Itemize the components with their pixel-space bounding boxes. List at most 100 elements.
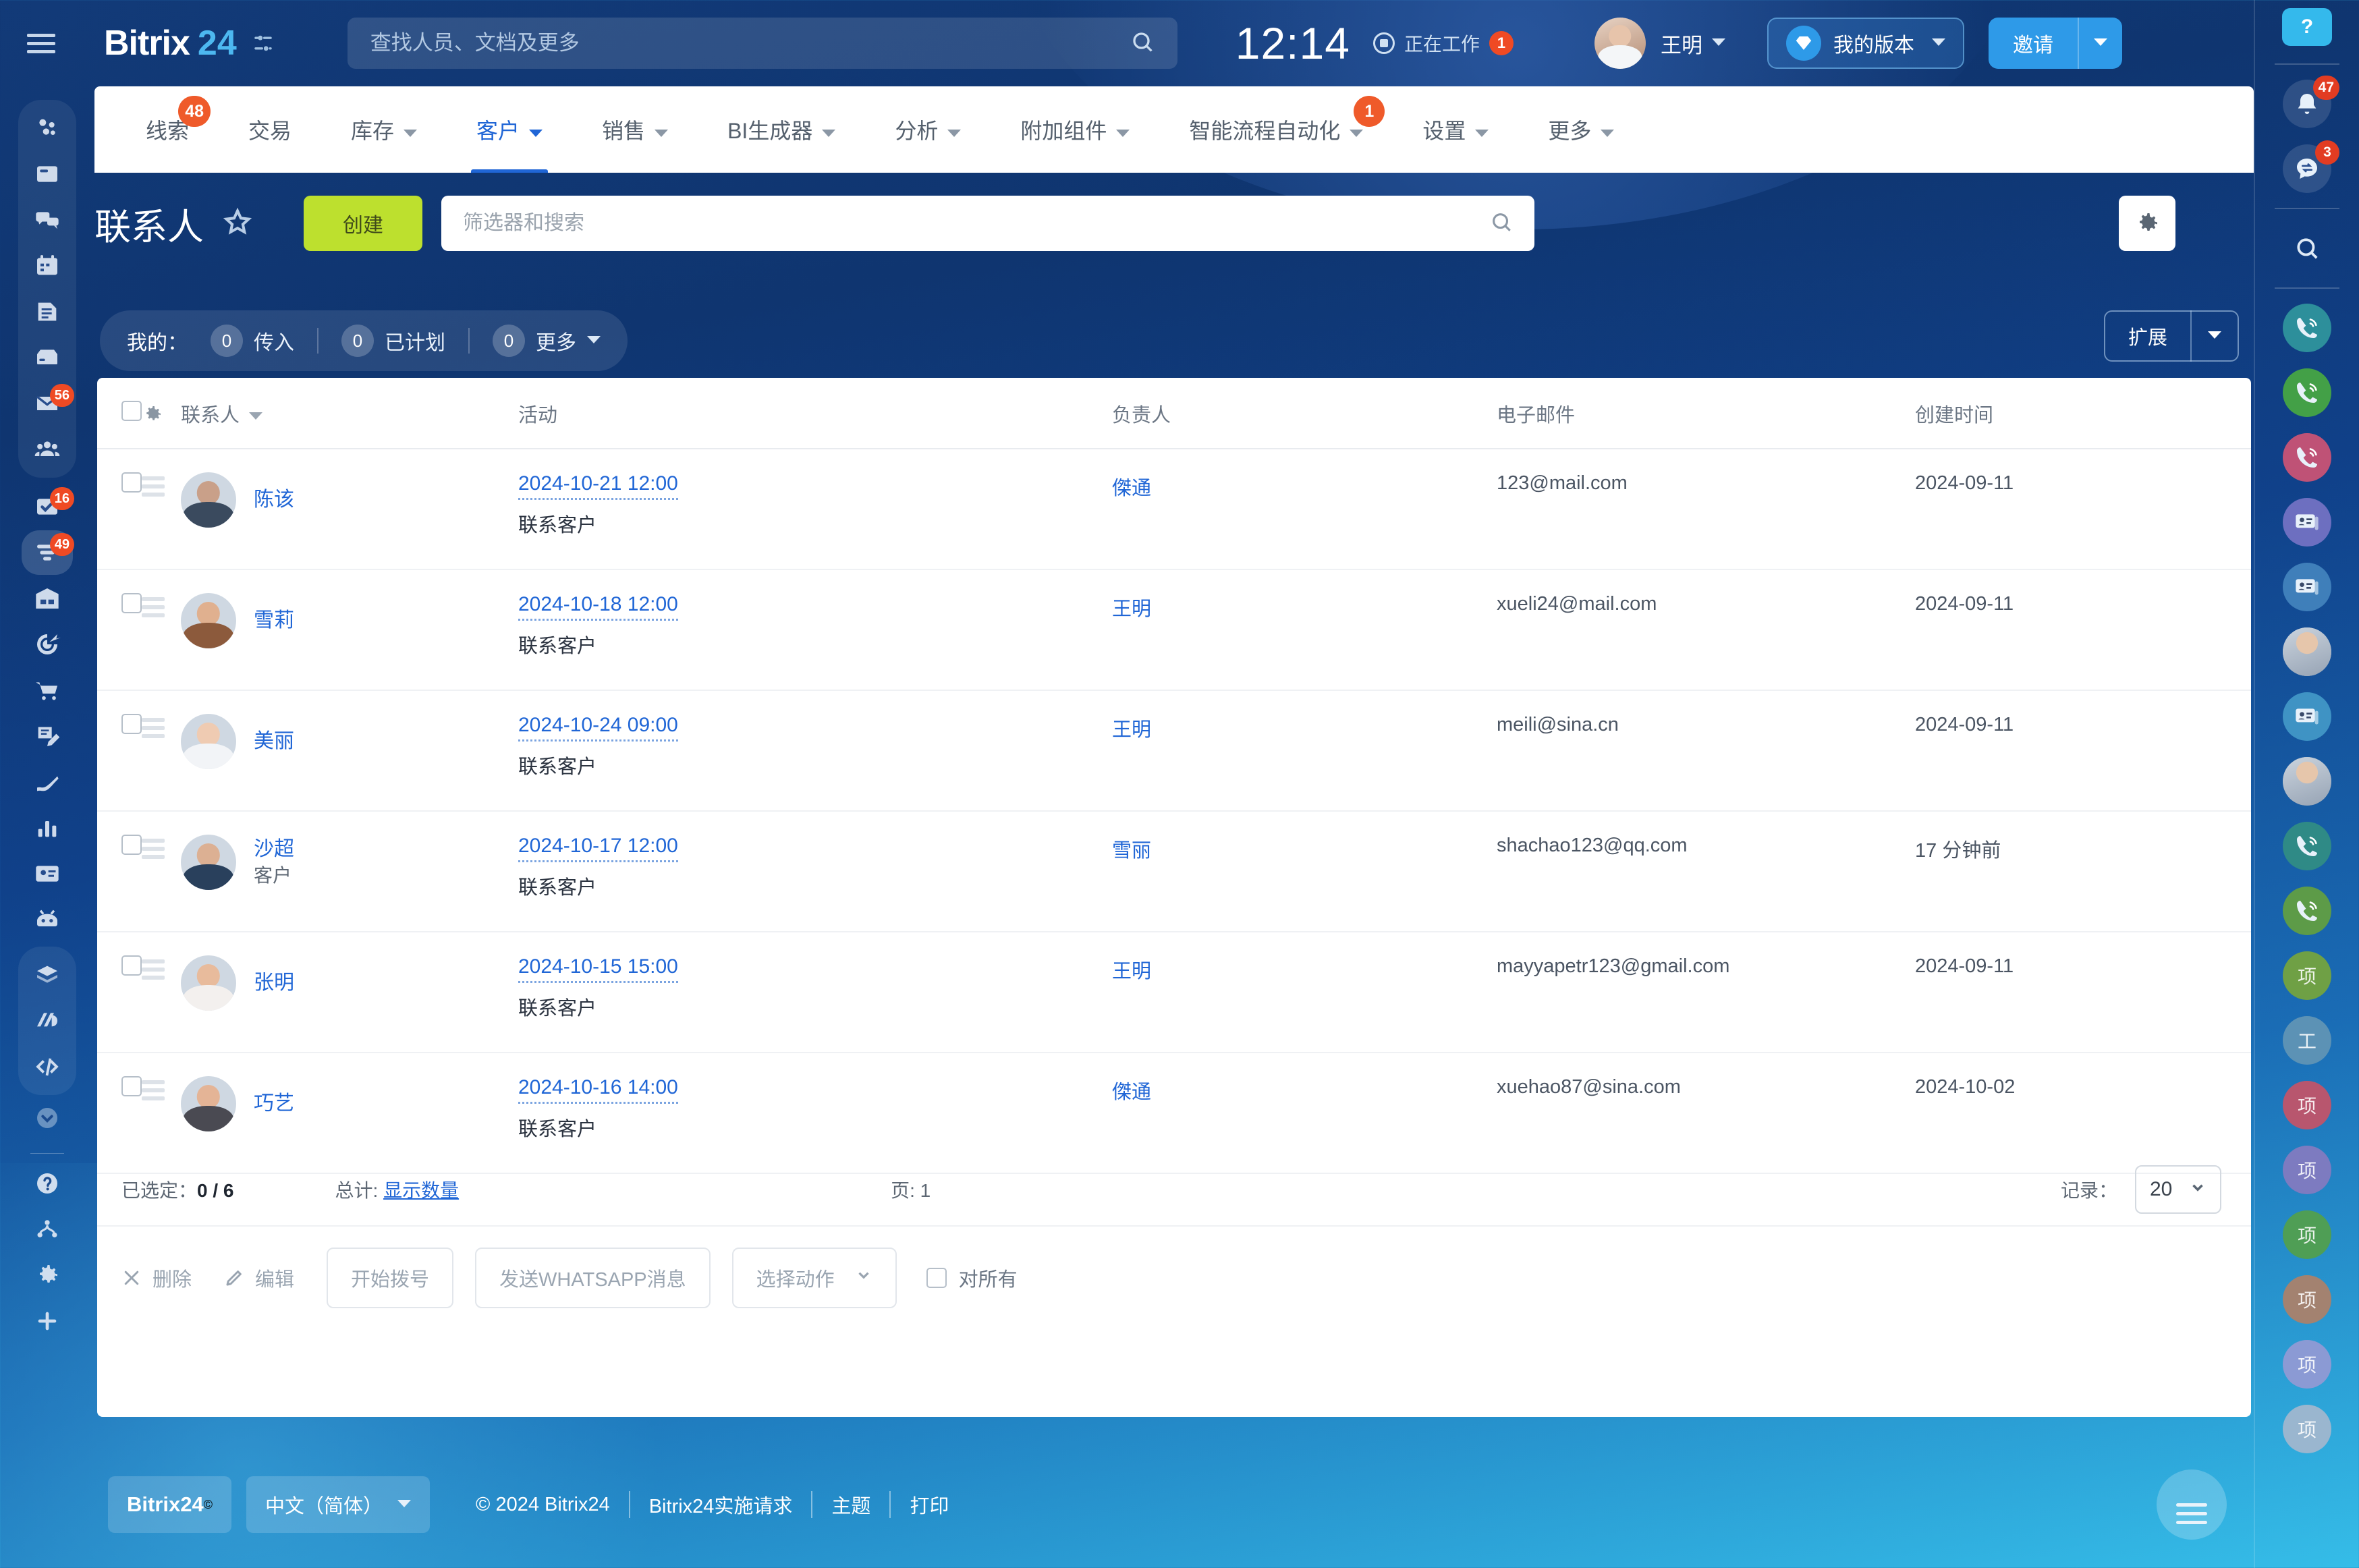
row-checkbox[interactable] bbox=[121, 955, 142, 976]
sidebar-item-apps[interactable] bbox=[22, 953, 73, 997]
recent-project-tile[interactable]: 项 bbox=[2283, 951, 2331, 1000]
nav-tab-clients[interactable]: 客户 bbox=[459, 86, 560, 173]
header-created[interactable]: 创建时间 bbox=[1915, 378, 2251, 449]
delete-button[interactable]: 删除 bbox=[121, 1264, 192, 1292]
my-plan-button[interactable]: 我的版本 bbox=[1767, 18, 1964, 69]
filter-search-input[interactable] bbox=[463, 212, 1490, 235]
favorite-star-icon[interactable] bbox=[223, 207, 252, 240]
sidebar-item-sign[interactable] bbox=[22, 714, 73, 758]
recent-contact-avatar[interactable] bbox=[2283, 627, 2331, 676]
responsible-name[interactable]: 王明 bbox=[1112, 598, 1151, 620]
recent-project-tile[interactable]: 项 bbox=[2283, 1275, 2331, 1324]
row-select-cell[interactable] bbox=[97, 811, 142, 932]
language-select[interactable]: 中文（简体） bbox=[246, 1476, 431, 1533]
counter-incoming[interactable]: 0 传入 bbox=[211, 325, 294, 357]
row-select-cell[interactable] bbox=[97, 932, 142, 1053]
row-drag-cell[interactable] bbox=[142, 811, 181, 932]
recent-contact-card-icon[interactable] bbox=[2283, 692, 2331, 741]
sidebar-item-documents[interactable] bbox=[22, 289, 73, 334]
list-settings-button[interactable] bbox=[2119, 196, 2175, 251]
contact-name[interactable]: 美丽 bbox=[254, 730, 294, 752]
row-select-cell[interactable] bbox=[97, 569, 142, 691]
drag-handle-icon[interactable] bbox=[142, 1076, 181, 1100]
recent-project-tile[interactable]: 项 bbox=[2283, 1340, 2331, 1389]
sidebar-item-calendar[interactable] bbox=[22, 244, 73, 288]
row-select-cell[interactable] bbox=[97, 690, 142, 812]
sidebar-item-analytics[interactable] bbox=[22, 806, 73, 850]
recent-project-tile[interactable]: 项 bbox=[2283, 1146, 2331, 1194]
recent-project-tile[interactable]: 项 bbox=[2283, 1405, 2331, 1453]
header-column-settings[interactable] bbox=[142, 378, 181, 449]
nav-tab-inventory[interactable]: 库存 bbox=[333, 86, 435, 173]
nav-tab-analytics[interactable]: 分析 bbox=[877, 86, 978, 173]
row-drag-cell[interactable] bbox=[142, 449, 181, 570]
recent-call-icon[interactable] bbox=[2283, 368, 2331, 417]
row-drag-cell[interactable] bbox=[142, 690, 181, 812]
messenger-button[interactable]: 3 bbox=[2283, 140, 2339, 193]
drag-handle-icon[interactable] bbox=[142, 593, 181, 617]
records-per-page-select[interactable]: 20 bbox=[2135, 1165, 2221, 1214]
notifications-button[interactable]: 47 bbox=[2283, 76, 2339, 128]
responsible-name[interactable]: 王明 bbox=[1112, 961, 1151, 982]
select-all-checkbox[interactable] bbox=[121, 401, 142, 421]
recent-contact-card-icon[interactable] bbox=[2283, 563, 2331, 611]
responsible-name[interactable]: 雪丽 bbox=[1112, 840, 1151, 862]
sidebar-item-chat[interactable] bbox=[22, 198, 73, 242]
nav-tab-sales[interactable]: 销售 bbox=[584, 86, 686, 173]
send-whatsapp-button[interactable]: 发送WHATSAPP消息 bbox=[475, 1248, 711, 1308]
brand-logo[interactable]: Bitrix 24 bbox=[104, 23, 275, 63]
activity-date[interactable]: 2024-10-21 12:00 bbox=[518, 472, 678, 500]
sidebar-item-code[interactable] bbox=[22, 1044, 73, 1089]
sidebar-item-sitemap[interactable] bbox=[22, 1207, 73, 1252]
row-checkbox[interactable] bbox=[121, 714, 142, 734]
chevron-down-icon[interactable] bbox=[2079, 37, 2122, 49]
global-search-input[interactable] bbox=[370, 31, 1130, 55]
sidebar-item-drive[interactable] bbox=[22, 335, 73, 380]
header-responsible[interactable]: 负责人 bbox=[1112, 378, 1497, 449]
sidebar-item-add[interactable] bbox=[22, 1299, 73, 1343]
responsible-name[interactable]: 傑通 bbox=[1112, 1082, 1151, 1103]
counter-planned[interactable]: 0 已计划 bbox=[341, 325, 445, 357]
contact-name[interactable]: 雪莉 bbox=[254, 609, 294, 632]
nav-tab-leads[interactable]: 线索 48 bbox=[128, 86, 211, 173]
select-action-dropdown[interactable]: 选择动作 bbox=[731, 1248, 897, 1308]
drag-handle-icon[interactable] bbox=[142, 472, 181, 497]
table-row[interactable]: 雪莉 2024-10-18 12:00 联系客户 王明 xueli24@mail… bbox=[97, 569, 2251, 691]
table-row[interactable]: 陈该 2024-10-21 12:00 联系客户 傑通 123@mail.com… bbox=[97, 449, 2251, 570]
recent-call-icon[interactable] bbox=[2283, 822, 2331, 870]
responsible-name[interactable]: 傑通 bbox=[1112, 478, 1151, 499]
footer-logo-button[interactable]: Bitrix24 © bbox=[108, 1476, 231, 1533]
row-drag-cell[interactable] bbox=[142, 569, 181, 691]
global-search[interactable] bbox=[347, 18, 1177, 69]
recent-contact-avatar[interactable] bbox=[2283, 757, 2331, 806]
sidebar-item-network[interactable] bbox=[22, 106, 73, 150]
portal-switch-icon[interactable] bbox=[252, 32, 275, 55]
contact-name[interactable]: 巧艺 bbox=[254, 1092, 294, 1115]
header-email[interactable]: 电子邮件 bbox=[1497, 378, 1915, 449]
edit-button[interactable]: 编辑 bbox=[224, 1264, 294, 1292]
sidebar-item-expand[interactable] bbox=[22, 1096, 73, 1140]
sidebar-item-settings[interactable] bbox=[22, 1253, 73, 1297]
row-checkbox[interactable] bbox=[121, 835, 142, 855]
activity-date[interactable]: 2024-10-17 12:00 bbox=[518, 835, 678, 862]
activity-date[interactable]: 2024-10-18 12:00 bbox=[518, 593, 678, 621]
activity-date[interactable]: 2024-10-15 15:00 bbox=[518, 955, 678, 983]
invite-button[interactable]: 邀请 bbox=[1988, 18, 2122, 69]
start-dialing-button[interactable]: 开始拨号 bbox=[327, 1248, 454, 1308]
nav-tab-deals[interactable]: 交易 bbox=[231, 86, 309, 173]
drag-handle-icon[interactable] bbox=[142, 714, 181, 738]
create-button[interactable]: 创建 bbox=[304, 196, 422, 251]
footer-link-print[interactable]: 打印 bbox=[891, 1490, 968, 1519]
work-status-chip[interactable]: 正在工作 1 bbox=[1372, 30, 1514, 57]
apply-to-all-checkbox[interactable] bbox=[926, 1268, 947, 1288]
contact-name[interactable]: 张明 bbox=[254, 972, 294, 994]
header-contact[interactable]: 联系人 bbox=[181, 378, 518, 449]
contact-name[interactable]: 陈该 bbox=[254, 488, 294, 511]
sidebar-search-button[interactable] bbox=[2283, 224, 2331, 273]
show-count-link[interactable]: 显示数量 bbox=[383, 1180, 459, 1201]
row-checkbox[interactable] bbox=[121, 593, 142, 613]
row-drag-cell[interactable] bbox=[142, 932, 181, 1053]
recent-call-icon[interactable] bbox=[2283, 887, 2331, 935]
recent-project-tile[interactable]: 项 bbox=[2283, 1210, 2331, 1259]
contact-name[interactable]: 沙超 bbox=[254, 838, 294, 860]
